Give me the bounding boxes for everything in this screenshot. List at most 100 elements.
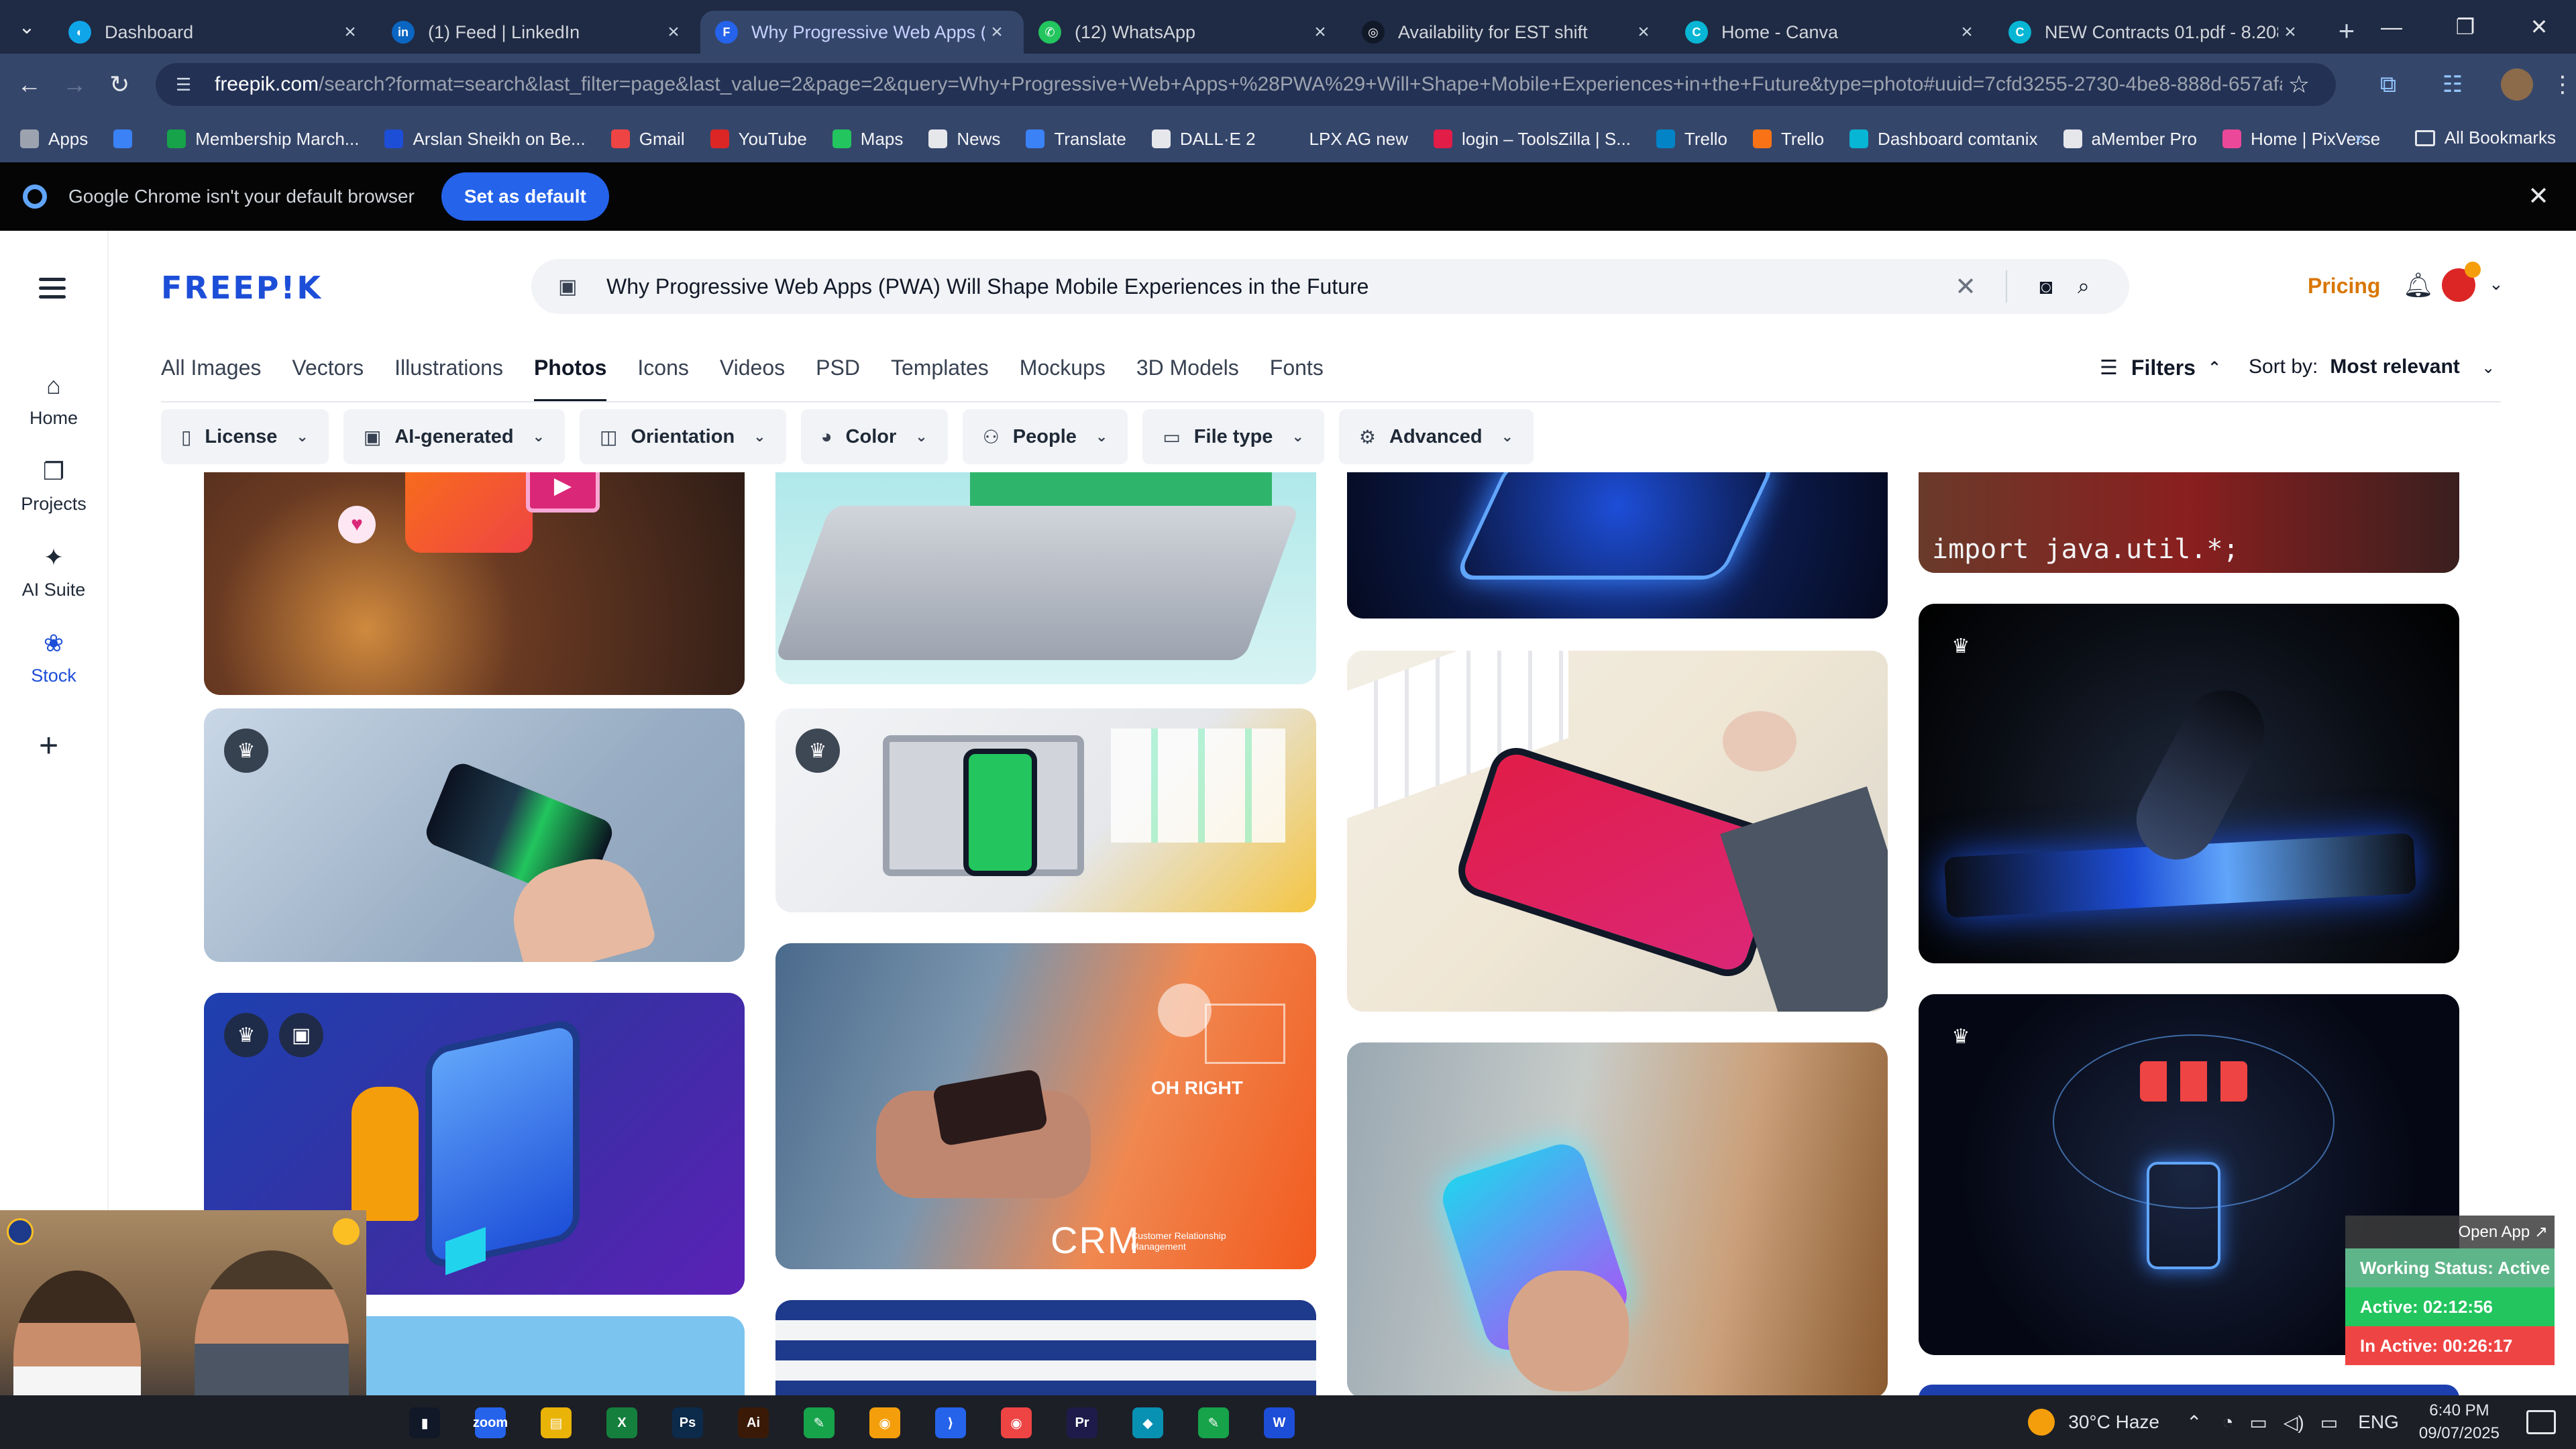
image-card[interactable]: import java.util.*; bbox=[1919, 472, 2459, 573]
image-card[interactable] bbox=[1347, 651, 1888, 1012]
close-window-icon[interactable]: ✕ bbox=[2502, 0, 2576, 54]
tab-3d-models[interactable]: 3D Models bbox=[1136, 356, 1239, 402]
hamburger-menu-icon[interactable] bbox=[39, 278, 66, 304]
battery-icon[interactable]: ▭ bbox=[2320, 1411, 2338, 1434]
taskbar-app-icon[interactable]: ⟩ bbox=[935, 1407, 966, 1438]
taskbar-app-icon[interactable]: Pr bbox=[1067, 1407, 1097, 1438]
tab-close-icon[interactable]: × bbox=[1955, 21, 1979, 44]
bookmark-item[interactable]: LPX AG new bbox=[1281, 129, 1408, 150]
clear-search-icon[interactable]: ✕ bbox=[1945, 272, 1986, 302]
minimize-icon[interactable]: — bbox=[2355, 0, 2428, 54]
browser-menu-icon[interactable]: ⋮ bbox=[2549, 59, 2576, 110]
set-as-default-button[interactable]: Set as default bbox=[441, 172, 609, 221]
address-bar[interactable]: ☰ freepik.com/search?format=search&last_… bbox=[155, 63, 2336, 106]
apps-shortcut[interactable]: Apps bbox=[20, 129, 88, 150]
image-card[interactable] bbox=[1347, 1042, 1888, 1395]
search-icon[interactable]: ⌕ bbox=[2065, 274, 2102, 299]
user-avatar[interactable] bbox=[2442, 262, 2481, 302]
notifications-icon[interactable] bbox=[2526, 1410, 2556, 1434]
chevron-up-icon[interactable]: ⌃ bbox=[2186, 1411, 2202, 1434]
sort-dropdown[interactable]: Sort by: Most relevant ⌄ bbox=[2249, 356, 2495, 378]
tab-close-icon[interactable]: × bbox=[338, 21, 362, 44]
tab-all-images[interactable]: All Images bbox=[161, 356, 261, 402]
browser-tab[interactable]: F Why Progressive Web Apps (PWA × bbox=[700, 11, 1024, 54]
forward-icon[interactable]: → bbox=[52, 59, 97, 110]
taskbar-app-icon[interactable]: ◆ bbox=[1132, 1407, 1163, 1438]
image-card[interactable] bbox=[775, 472, 1316, 684]
bookmark-item[interactable]: Arslan Sheikh on Be... bbox=[384, 129, 586, 150]
bookmark-item[interactable]: News bbox=[928, 129, 1000, 150]
browser-tab[interactable]: C Home - Canva × bbox=[1670, 11, 1994, 54]
volume-icon[interactable]: ◁) bbox=[2284, 1411, 2304, 1434]
weather-text[interactable]: 30°C Haze bbox=[2068, 1411, 2159, 1433]
url-text[interactable]: freepik.com/search?format=search&last_fi… bbox=[215, 73, 2282, 96]
tab-close-icon[interactable]: × bbox=[1631, 21, 1656, 44]
taskbar-app-icon[interactable]: X bbox=[606, 1407, 637, 1438]
tab-mockups[interactable]: Mockups bbox=[1020, 356, 1106, 402]
tab-search-icon[interactable]: ⌄ bbox=[0, 0, 54, 54]
taskbar-app-icon[interactable]: Ps bbox=[672, 1407, 703, 1438]
tab-close-icon[interactable]: × bbox=[1308, 21, 1332, 44]
language-indicator[interactable]: ENG bbox=[2358, 1411, 2399, 1433]
taskbar-app-icon[interactable]: Ai bbox=[738, 1407, 769, 1438]
image-type-icon[interactable]: ▣ bbox=[558, 275, 582, 299]
bookmark-item[interactable]: aMember Pro bbox=[2063, 129, 2197, 150]
display-icon[interactable]: ▭ bbox=[2249, 1411, 2267, 1434]
profile-avatar[interactable] bbox=[2500, 68, 2533, 101]
bookmark-item[interactable]: Trello bbox=[1752, 129, 1824, 150]
network-icon[interactable]: ◔ bbox=[2222, 1411, 2233, 1433]
chevron-down-icon[interactable]: ⌄ bbox=[2489, 274, 2504, 294]
taskbar-app-icon[interactable]: W bbox=[1264, 1407, 1295, 1438]
back-icon[interactable]: ← bbox=[7, 59, 52, 110]
image-card[interactable]: ▶ ♥ bbox=[204, 472, 745, 695]
bookmark-item[interactable]: Translate bbox=[1026, 129, 1126, 150]
freepik-logo[interactable]: FREEP!K bbox=[161, 270, 323, 306]
tab-close-icon[interactable]: × bbox=[985, 21, 1009, 44]
notifications-bell-icon[interactable]: 🔔︎ bbox=[2403, 271, 2434, 299]
reload-icon[interactable]: ↻ bbox=[97, 59, 142, 110]
filters-toggle[interactable]: ☰ Filters ⌃ bbox=[2100, 356, 2221, 380]
filter-color-button[interactable]: ◕ Color ⌄ bbox=[800, 409, 948, 464]
image-card[interactable]: ♛ bbox=[1919, 604, 2459, 963]
image-card[interactable]: ♛ bbox=[775, 708, 1316, 912]
tab-photos[interactable]: Photos bbox=[533, 356, 607, 402]
image-card[interactable]: OH RIGHT CRM Customer Relationship Manag… bbox=[775, 943, 1316, 1269]
browser-tab[interactable]: ◎ Availability for EST shift × bbox=[1347, 11, 1670, 54]
taskbar-app-icon[interactable]: ✎ bbox=[1198, 1407, 1229, 1438]
tab-vectors[interactable]: Vectors bbox=[292, 356, 364, 402]
tab-close-icon[interactable]: × bbox=[661, 21, 686, 44]
tab-templates[interactable]: Templates bbox=[891, 356, 989, 402]
close-infobar-icon[interactable]: ✕ bbox=[2528, 181, 2549, 211]
tab-icons[interactable]: Icons bbox=[637, 356, 688, 402]
sidebar-item-home[interactable]: ⌂ Home bbox=[0, 372, 107, 429]
pricing-link[interactable]: Pricing bbox=[2308, 274, 2380, 299]
browser-tab[interactable]: in (1) Feed | LinkedIn × bbox=[377, 11, 700, 54]
browser-tab[interactable]: C NEW Contracts 01.pdf - 8.208 × bbox=[1994, 11, 2317, 54]
bookmark-item[interactable]: Membership March... bbox=[167, 129, 359, 150]
tab-close-icon[interactable]: × bbox=[2278, 21, 2302, 44]
bookmark-item[interactable]: YouTube bbox=[710, 129, 807, 150]
taskbar-app-icon[interactable]: ✎ bbox=[804, 1407, 835, 1438]
bookmark-item[interactable]: DALL·E 2 bbox=[1151, 129, 1256, 150]
browser-tab[interactable]: ✆ (12) WhatsApp × bbox=[1024, 11, 1347, 54]
search-bar[interactable]: ▣ Why Progressive Web Apps (PWA) Will Sh… bbox=[531, 259, 2129, 314]
bookmark-item[interactable]: Dashboard comtanix bbox=[1849, 129, 2038, 150]
bookmark-item[interactable]: Maps bbox=[832, 129, 903, 150]
image-card[interactable] bbox=[1919, 1385, 2459, 1395]
taskbar-app-icon[interactable]: ▮ bbox=[409, 1407, 440, 1438]
bookmark-item[interactable]: Trello bbox=[1656, 129, 1727, 150]
bookmark-item[interactable] bbox=[113, 129, 142, 148]
all-bookmarks-button[interactable]: All Bookmarks bbox=[2414, 127, 2556, 148]
taskbar-app-icon[interactable]: ▤ bbox=[541, 1407, 572, 1438]
image-card[interactable] bbox=[1347, 472, 1888, 619]
tab-psd[interactable]: PSD bbox=[816, 356, 860, 402]
restore-icon[interactable]: ❐ bbox=[2428, 0, 2502, 54]
bookmark-item[interactable]: Gmail bbox=[610, 129, 685, 150]
filter-orientation-button[interactable]: ◫ Orientation ⌄ bbox=[580, 409, 786, 464]
filter-ai-generated-button[interactable]: ▣ AI-generated ⌄ bbox=[343, 409, 566, 464]
bookmark-item[interactable]: login – ToolsZilla | S... bbox=[1433, 129, 1631, 150]
extensions-icon[interactable]: ⧉ bbox=[2356, 59, 2420, 110]
clock[interactable]: 6:40 PM 09/07/2025 bbox=[2419, 1399, 2500, 1445]
tab-fonts[interactable]: Fonts bbox=[1270, 356, 1324, 402]
filter-license-button[interactable]: ▯ License ⌄ bbox=[161, 409, 329, 464]
